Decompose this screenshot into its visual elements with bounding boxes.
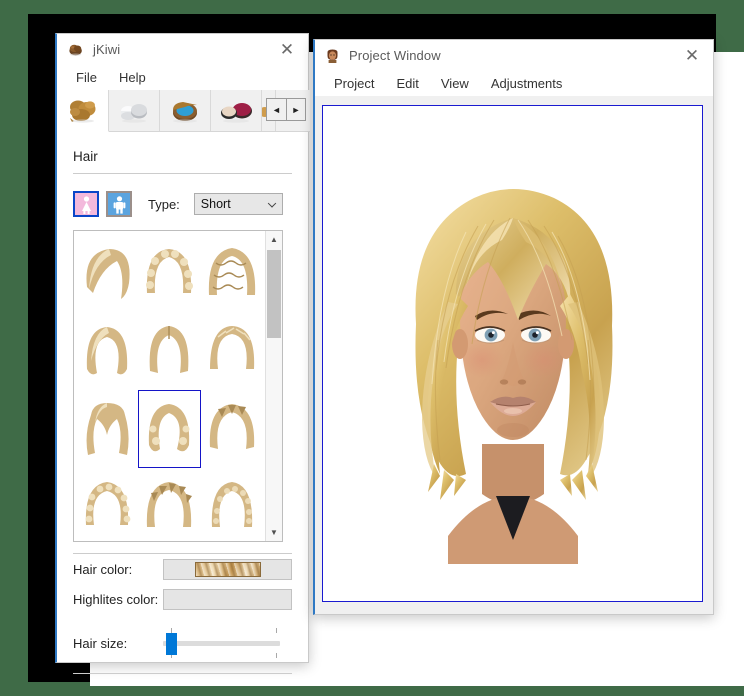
project-menubar: Project Edit View Adjustments xyxy=(315,70,713,96)
chevron-down-icon xyxy=(267,199,277,208)
red-powder-compact-icon xyxy=(218,96,254,126)
hair-style-8[interactable] xyxy=(138,390,201,468)
hair-type-select[interactable]: Short xyxy=(193,193,283,215)
tab-strip: ◄ ► xyxy=(58,90,310,132)
panel-divider-top xyxy=(73,173,292,174)
hair-style-4[interactable] xyxy=(76,312,138,390)
avatar-figure xyxy=(414,188,612,564)
tab-nav-buttons: ◄ ► xyxy=(266,98,306,121)
hair-style-12[interactable] xyxy=(201,468,263,541)
hair-grid-scrollbar[interactable]: ▲ ▼ xyxy=(265,231,282,541)
slider-tick-right-bottom xyxy=(276,653,277,658)
hair-style-grid[interactable] xyxy=(74,231,265,541)
type-label: Type: xyxy=(148,196,180,212)
project-canvas-wrapper xyxy=(315,96,713,614)
hair-style-5[interactable] xyxy=(138,312,200,390)
blue-eyeshadow-compact-icon xyxy=(167,96,203,126)
hair-size-slider-thumb[interactable] xyxy=(166,633,178,655)
avatar-face-icon xyxy=(325,47,340,63)
scroll-down-icon[interactable]: ▼ xyxy=(266,524,282,541)
jkiwi-titlebar[interactable]: jKiwi ✕ xyxy=(57,34,308,64)
menu-file[interactable]: File xyxy=(67,67,106,88)
menu-edit[interactable]: Edit xyxy=(387,73,427,94)
project-titlebar[interactable]: Project Window ✕ xyxy=(315,40,713,70)
hair-size-slider[interactable] xyxy=(163,626,292,660)
hair-grid-scrollbar-thumb[interactable] xyxy=(267,250,281,338)
hair-adjustments: Hair color: Highlites color: Hair size: xyxy=(73,553,292,674)
hair-style-1[interactable] xyxy=(76,234,138,312)
female-figure-icon xyxy=(79,195,94,214)
jkiwi-body: ◄ ► Hair Type: Short ▲ ▼ Hair color: Hig… xyxy=(57,90,310,674)
project-close-button[interactable]: ✕ xyxy=(671,40,713,70)
hair-style-grid-container: ▲ ▼ xyxy=(73,230,283,542)
hair-style-3-thumb xyxy=(208,248,255,295)
slider-tick-right-top xyxy=(276,628,277,633)
tab-scroll-right-button[interactable]: ► xyxy=(286,99,305,120)
hair-color-swatch xyxy=(194,561,261,577)
gender-female-button[interactable] xyxy=(73,191,99,217)
foundation-jars-icon xyxy=(116,96,152,126)
menu-project[interactable]: Project xyxy=(325,73,383,94)
hair-color-row: Hair color: xyxy=(73,554,292,584)
male-figure-icon xyxy=(112,195,127,214)
avatar-render[interactable] xyxy=(322,105,703,602)
hair-style-5-thumb xyxy=(150,326,189,373)
project-title-text: Project Window xyxy=(349,47,441,63)
gender-male-button[interactable] xyxy=(106,191,132,217)
hair-style-11[interactable] xyxy=(138,468,200,541)
panel-title: Hair xyxy=(73,149,98,164)
hair-style-10[interactable] xyxy=(76,468,138,541)
hair-style-12-thumb xyxy=(211,482,252,527)
jkiwi-menubar: File Help xyxy=(57,64,308,90)
jkiwi-window: jKiwi ✕ File Help ◄ ► Hair Type: Short ▲… xyxy=(55,33,310,674)
kiwi-icon xyxy=(67,41,84,58)
scroll-up-icon[interactable]: ▲ xyxy=(266,231,282,248)
tab-hair[interactable] xyxy=(58,90,109,132)
hair-style-9[interactable] xyxy=(201,390,263,468)
tab-eyeshadow[interactable] xyxy=(160,90,211,131)
hair-panel: Hair Type: Short ▲ ▼ Hair color: Highlit… xyxy=(57,132,308,674)
hair-style-2-thumb xyxy=(146,249,194,293)
hair-size-row: Hair size: xyxy=(73,626,292,660)
hair-style-4-thumb xyxy=(86,327,128,375)
menu-help[interactable]: Help xyxy=(110,67,155,88)
hair-style-3[interactable] xyxy=(201,234,263,312)
highlites-color-field[interactable] xyxy=(163,588,292,610)
hair-style-7[interactable] xyxy=(76,390,138,468)
hair-color-field[interactable] xyxy=(163,558,292,580)
highlites-color-label: Highlites color: xyxy=(73,591,159,607)
panel-divider-bottom xyxy=(73,673,292,674)
gender-and-type-row: Type: Short xyxy=(73,191,292,217)
hair-style-1-thumb xyxy=(86,249,130,299)
hair-style-2[interactable] xyxy=(138,234,200,312)
hair-style-6-thumb xyxy=(209,326,254,369)
hair-icon xyxy=(65,96,101,126)
hair-type-value: Short xyxy=(200,197,231,211)
hair-style-6[interactable] xyxy=(201,312,263,390)
project-window: Project Window ✕ Project Edit View Adjus… xyxy=(313,39,714,615)
tab-foundation[interactable] xyxy=(109,90,160,131)
hair-style-9-thumb xyxy=(209,404,254,449)
hair-style-11-thumb xyxy=(147,482,193,527)
highlites-color-row: Highlites color: xyxy=(73,584,292,614)
hair-style-8-thumb xyxy=(149,404,190,452)
menu-view[interactable]: View xyxy=(432,73,478,94)
hair-style-7-thumb xyxy=(86,403,129,455)
hair-color-label: Hair color: xyxy=(73,561,133,577)
jkiwi-title-text: jKiwi xyxy=(93,41,121,57)
menu-adjustments[interactable]: Adjustments xyxy=(482,73,572,94)
tab-blush[interactable] xyxy=(211,90,262,131)
tab-scroll-left-button[interactable]: ◄ xyxy=(267,99,286,120)
jkiwi-close-button[interactable]: ✕ xyxy=(266,34,308,64)
hair-style-10-thumb xyxy=(85,482,131,525)
hair-size-slider-track xyxy=(163,641,280,646)
hair-size-label: Hair size: xyxy=(73,635,128,651)
